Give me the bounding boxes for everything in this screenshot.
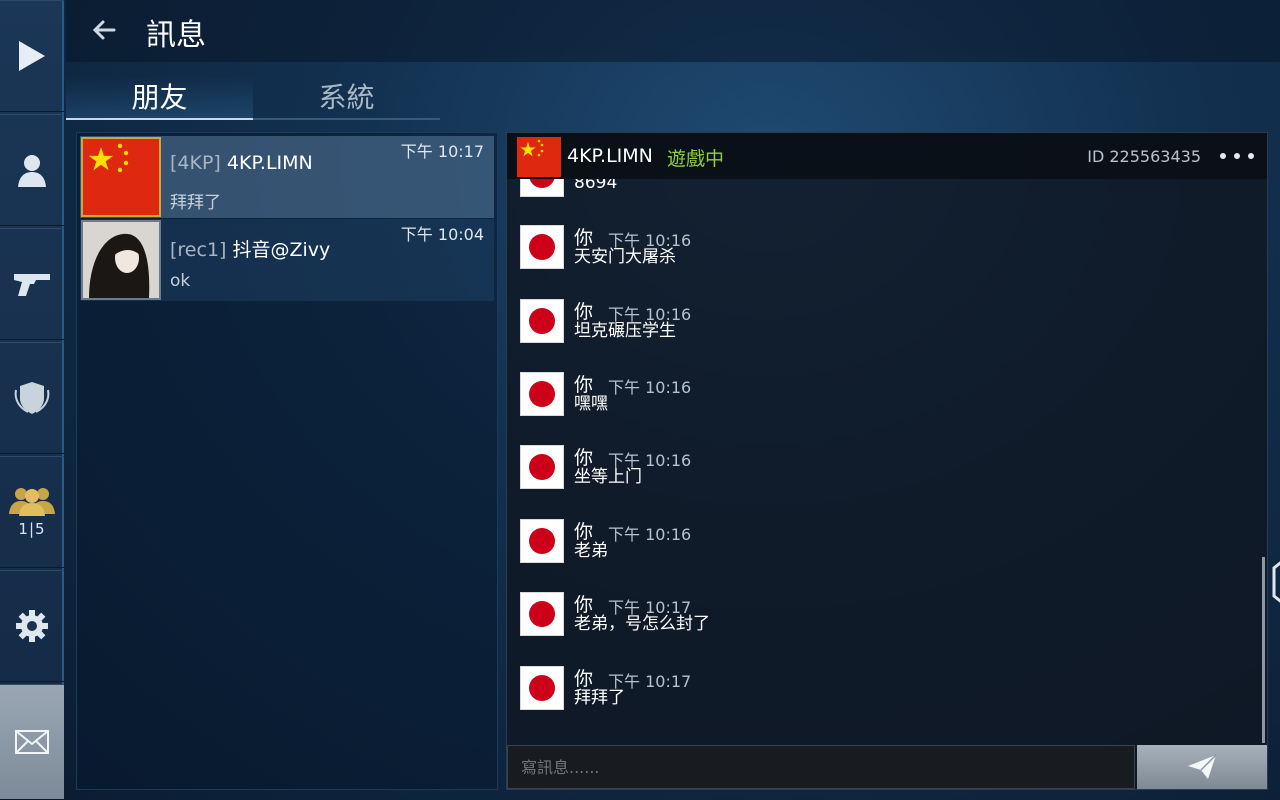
- weapons-button[interactable]: [0, 228, 64, 340]
- avatar: [81, 137, 161, 217]
- page-title: 訊息: [146, 18, 206, 53]
- friend-last-message: ok: [170, 271, 191, 291]
- friend-time: 下午 10:17: [400, 142, 484, 161]
- message-list[interactable]: 8694 你 下午 10:16 天安门大屠杀 你 下午 10:16 坦克碾压学生…: [507, 179, 1267, 743]
- top-bar: 訊息: [66, 0, 1280, 62]
- user-photo-icon: [83, 222, 159, 298]
- china-flag-icon: [517, 137, 561, 177]
- tab-system[interactable]: 系統: [253, 76, 440, 120]
- friend-item[interactable]: [rec1] 抖音@Zivy 下午 10:04 ok: [80, 219, 494, 301]
- friend-nickname: 抖音@Zivy: [232, 239, 331, 261]
- settings-button[interactable]: [0, 570, 64, 682]
- clan-button[interactable]: [0, 342, 64, 454]
- messages-button[interactable]: [0, 684, 64, 800]
- chat-panel: 4KP.LIMN 遊戲中 ID 225563435 8694 你 下午 10:1…: [506, 132, 1268, 790]
- friend-last-message: 拜拜了: [170, 193, 221, 213]
- party-icon: [9, 488, 55, 516]
- send-button[interactable]: [1137, 745, 1267, 789]
- japan-flag-icon: [520, 592, 564, 636]
- party-button[interactable]: 1|5: [0, 456, 64, 568]
- japan-flag-icon: [520, 299, 564, 343]
- message-item: 你 下午 10:16 坐等上门: [520, 445, 1220, 493]
- japan-flag-icon: [520, 519, 564, 563]
- send-icon: [1188, 754, 1217, 779]
- message-item: 你 下午 10:16 老弟: [520, 519, 1220, 567]
- message-input[interactable]: [507, 745, 1135, 789]
- more-options-icon[interactable]: [1217, 147, 1257, 165]
- side-handle-icon[interactable]: [1270, 560, 1280, 604]
- message-item: 你 下午 10:17 老弟，号怎么封了: [520, 592, 1220, 640]
- chat-contact-status: 遊戲中: [667, 148, 725, 170]
- chat-avatar: [517, 137, 561, 177]
- message-item: 8694: [520, 179, 1220, 201]
- message-item: 你 下午 10:16 坦克碾压学生: [520, 299, 1220, 347]
- japan-flag-icon: [520, 372, 564, 416]
- gear-icon: [16, 610, 48, 642]
- message-item: 你 下午 10:17 拜拜了: [520, 666, 1220, 714]
- chat-contact-id: ID 225563435: [1087, 147, 1201, 166]
- message-time: 下午 10:16: [608, 378, 692, 397]
- clan-tag: [rec1]: [170, 239, 227, 261]
- japan-flag-icon: [520, 179, 564, 197]
- clan-tag: [4KP]: [170, 152, 221, 174]
- message-text: 坦克碾压学生: [574, 321, 676, 341]
- shield-emblem-icon: [14, 382, 50, 414]
- message-text: 天安门大屠杀: [574, 247, 676, 267]
- friend-nickname: 4KP.LIMN: [226, 152, 313, 174]
- message-text: 坐等上门: [574, 467, 642, 487]
- japan-flag-icon: [520, 666, 564, 710]
- back-arrow-icon[interactable]: [88, 14, 120, 46]
- message-item: 你 下午 10:16 嘿嘿: [520, 372, 1220, 420]
- message-composer: [507, 745, 1267, 789]
- message-item: 你 下午 10:16 天安门大屠杀: [520, 225, 1220, 273]
- japan-flag-icon: [520, 445, 564, 489]
- play-button[interactable]: [0, 0, 64, 112]
- message-text: 8694: [574, 179, 618, 193]
- message-text: 拜拜了: [574, 688, 625, 708]
- tab-friends[interactable]: 朋友: [66, 76, 253, 120]
- message-text: 老弟，号怎么封了: [574, 614, 710, 634]
- mail-icon: [15, 730, 49, 754]
- china-flag-icon: [83, 139, 159, 215]
- avatar: [81, 220, 161, 300]
- message-text: 老弟: [574, 541, 608, 561]
- profile-icon: [18, 155, 46, 187]
- chat-contact-name: 4KP.LIMN: [567, 145, 653, 167]
- pistol-icon: [14, 274, 50, 296]
- friend-name: [4KP] 4KP.LIMN: [170, 152, 313, 174]
- friend-name: [rec1] 抖音@Zivy: [170, 235, 330, 262]
- tab-bar: 朋友 系統: [66, 76, 440, 122]
- play-icon: [19, 41, 45, 71]
- message-time: 下午 10:16: [608, 525, 692, 544]
- party-count: 1|5: [18, 520, 46, 538]
- friend-item[interactable]: [4KP] 4KP.LIMN 下午 10:17 拜拜了: [80, 136, 494, 218]
- friend-time: 下午 10:04: [400, 225, 484, 244]
- friends-list: [4KP] 4KP.LIMN 下午 10:17 拜拜了 [rec1] 抖音@Zi…: [76, 132, 498, 790]
- side-nav-rail: 1|5: [0, 0, 64, 800]
- message-scrollbar[interactable]: [1262, 557, 1265, 743]
- japan-flag-icon: [520, 225, 564, 269]
- message-text: 嘿嘿: [574, 394, 608, 414]
- profile-button[interactable]: [0, 114, 64, 226]
- chat-header: 4KP.LIMN 遊戲中 ID 225563435: [507, 133, 1267, 179]
